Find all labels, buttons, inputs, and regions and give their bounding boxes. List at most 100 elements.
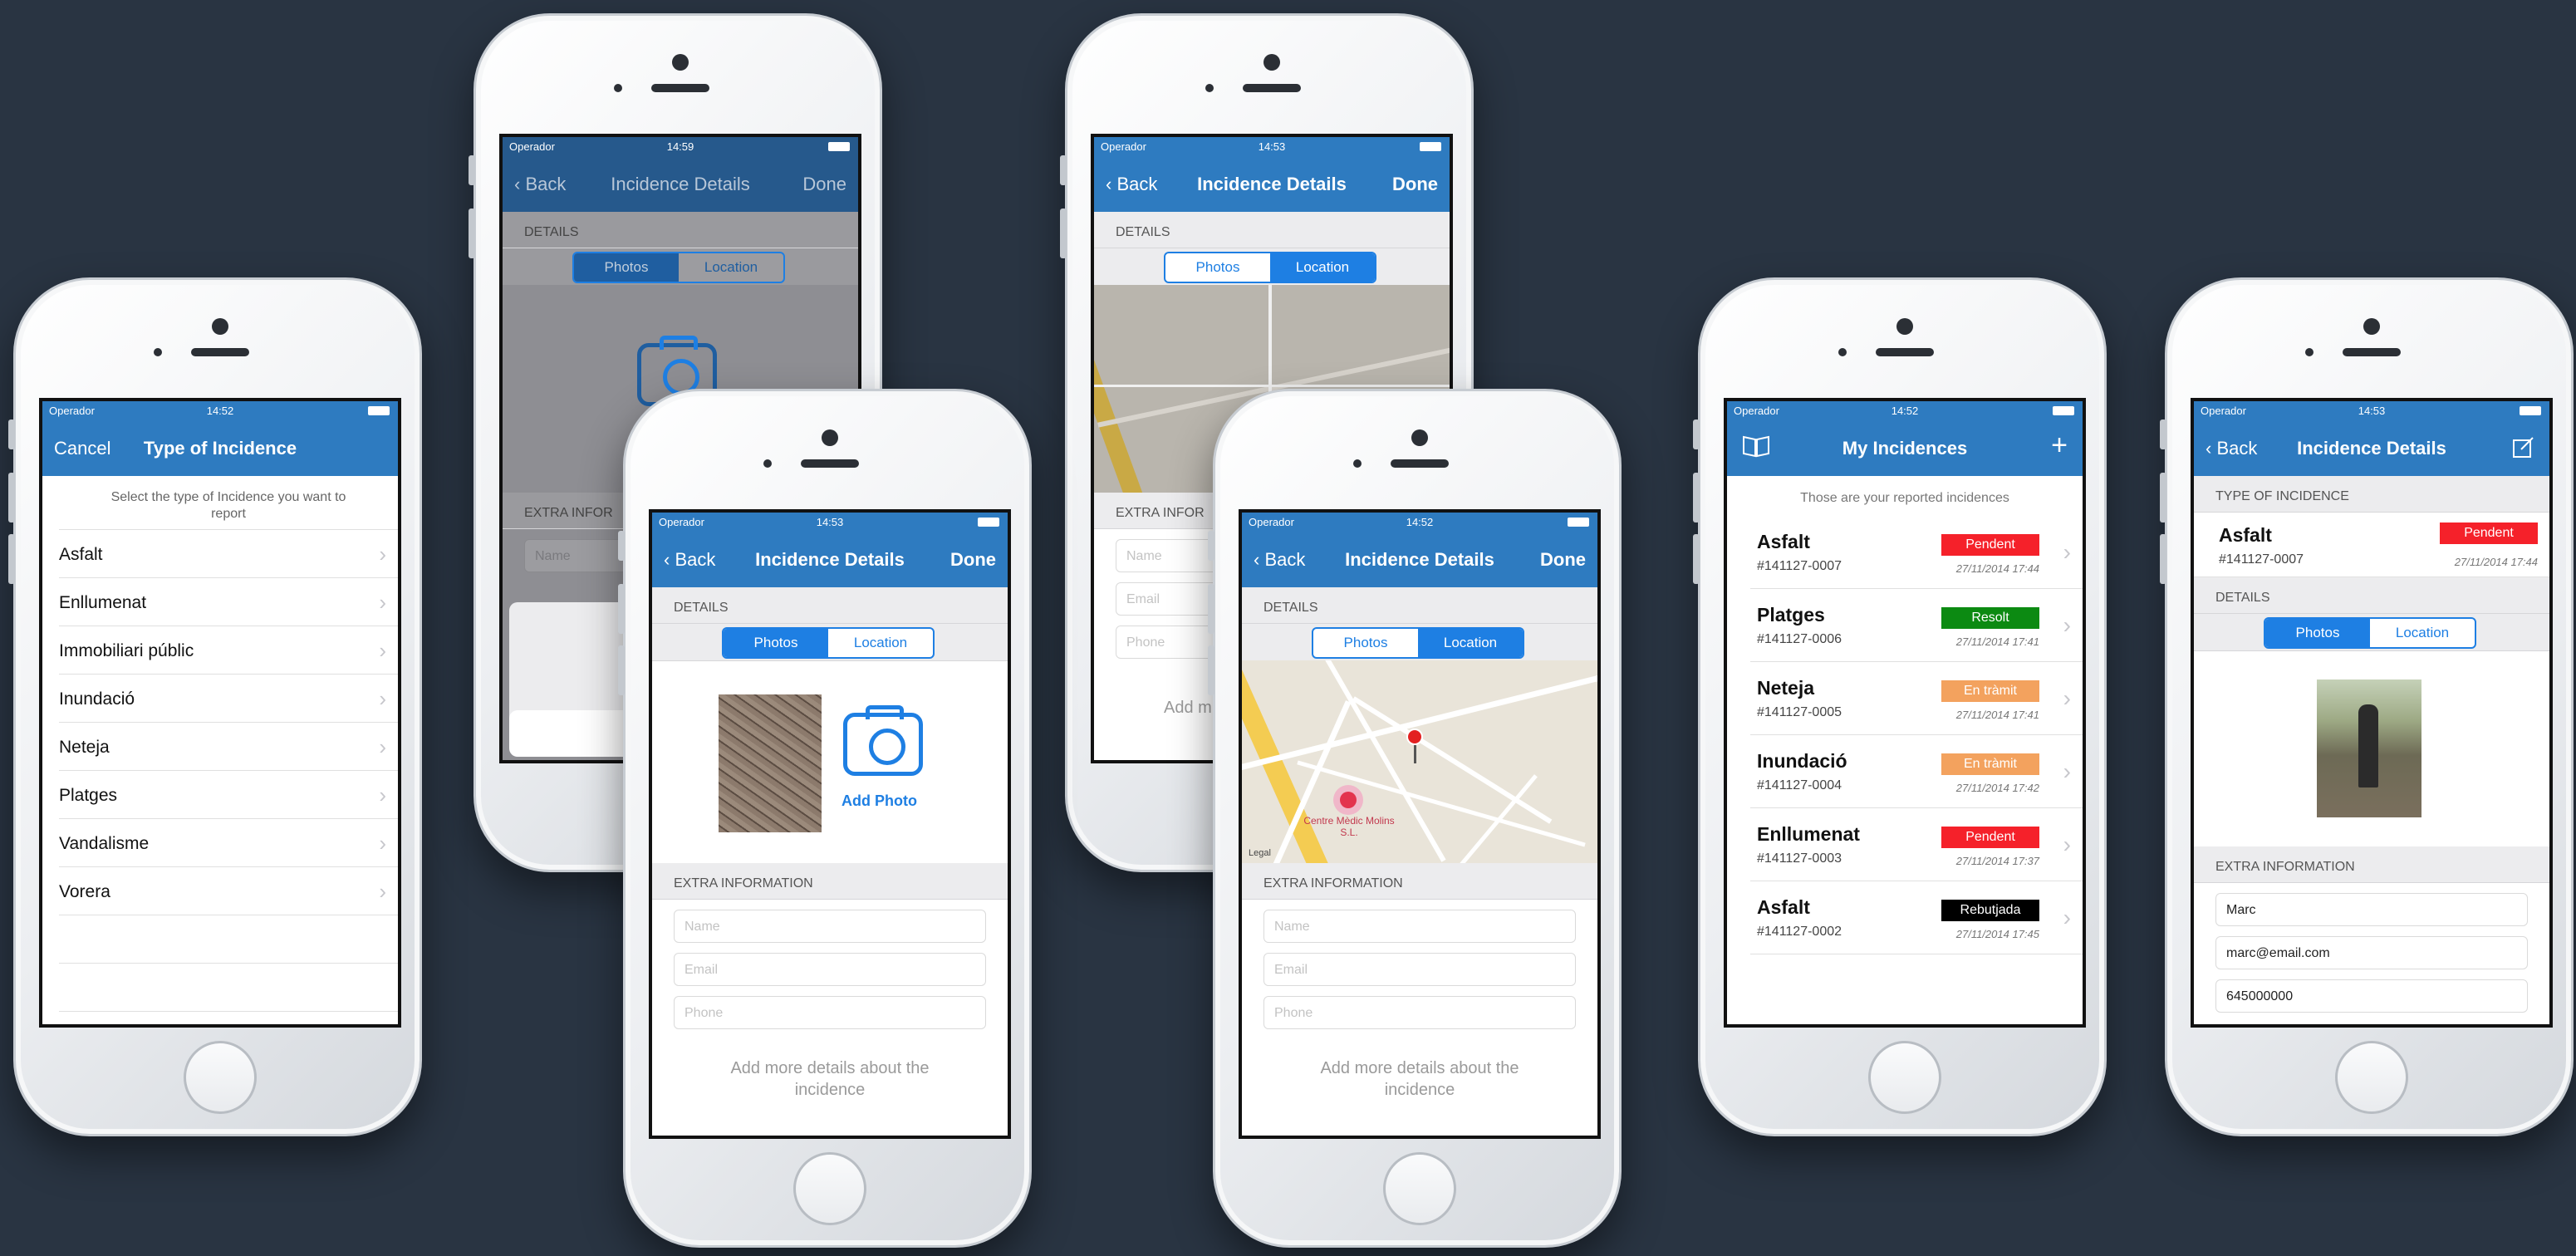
- details-section-header: DETAILS: [2194, 577, 2549, 614]
- incidence-row[interactable]: Platges #141127-0006 Resolt 27/11/2014 17:4…: [1750, 589, 2083, 662]
- incidence-row[interactable]: Enllumenat #141127-0003 Pendent 27/11/2014 …: [1750, 808, 2083, 881]
- battery-icon: [1568, 518, 1589, 527]
- status-time: 14:53: [1258, 140, 1286, 153]
- tab-location[interactable]: Location: [1418, 629, 1523, 657]
- done-button[interactable]: Done: [1392, 174, 1438, 195]
- chevron-right-icon: ›: [379, 686, 386, 711]
- email-field[interactable]: Email: [1263, 953, 1576, 986]
- add-photo-button[interactable]: Add Photo: [841, 792, 917, 810]
- incidence-type-row[interactable]: Enllumenat ›: [59, 578, 398, 626]
- done-button[interactable]: Done: [950, 549, 996, 571]
- chevron-right-icon: ›: [379, 590, 386, 615]
- incidence-type-label: Enllumenat: [59, 593, 147, 612]
- location-pin-icon[interactable]: [1406, 729, 1423, 745]
- tab-location[interactable]: Location: [2370, 619, 2475, 647]
- battery-icon: [2520, 406, 2541, 415]
- camera-icon[interactable]: [843, 705, 923, 776]
- tab-location[interactable]: Location: [679, 253, 783, 282]
- tab-photos[interactable]: Photos: [724, 629, 828, 657]
- incidence-type-label: Vandalisme: [59, 834, 150, 853]
- tab-photos[interactable]: Photos: [574, 253, 679, 282]
- tab-location[interactable]: Location: [1270, 253, 1375, 282]
- details-section-header: DETAILS: [1094, 212, 1450, 248]
- incidence-type: Asfalt: [1757, 896, 1810, 918]
- home-button[interactable]: [793, 1152, 866, 1225]
- chevron-right-icon: ›: [2063, 832, 2071, 857]
- done-button[interactable]: Done: [802, 174, 846, 195]
- name-field[interactable]: Name: [674, 910, 986, 943]
- details-hint[interactable]: Add more details about the incidence: [652, 1057, 1008, 1101]
- chevron-right-icon: ›: [2063, 539, 2071, 565]
- details-hint[interactable]: Add more details about the incidence: [1242, 1057, 1597, 1101]
- home-button[interactable]: [1868, 1041, 1941, 1114]
- name-field[interactable]: Name: [1263, 910, 1576, 943]
- tab-photos[interactable]: Photos: [2265, 619, 2370, 647]
- status-badge: Rebutjada: [1941, 900, 2039, 921]
- done-button[interactable]: Done: [1540, 549, 1586, 571]
- incidence-type-label: Asfalt: [59, 545, 103, 564]
- tab-photos[interactable]: Photos: [1165, 253, 1270, 282]
- phone-incidence-photos: Operador 14:53 ‹ Back Incidence Details D…: [618, 389, 1032, 1248]
- incidence-row[interactable]: Inundació #141127-0004 En tràmit 27/11/2014…: [1750, 735, 2083, 808]
- type-section-header: TYPE OF INCIDENCE: [2194, 476, 2549, 513]
- incidence-type-row[interactable]: Vorera ›: [59, 867, 398, 915]
- status-time: 14:59: [666, 140, 694, 153]
- incidence-code: #141127-0007: [2219, 552, 2304, 567]
- type-prompt: Select the type of Incidence you want to…: [59, 476, 398, 530]
- phone-field[interactable]: 645000000: [2215, 979, 2528, 1013]
- incidence-type-row[interactable]: Asfalt ›: [59, 530, 398, 578]
- map-place-label: Centre Mèdic Molins S.L.: [1303, 815, 1395, 838]
- incidence-date: 27/11/2014 17:44: [1955, 562, 2039, 575]
- extra-section-header: EXTRA INFOR: [1116, 506, 1205, 520]
- incidence-type-label: Immobiliari públic: [59, 641, 194, 660]
- incidence-type-label: Vorera: [59, 882, 110, 901]
- plus-icon[interactable]: +: [2051, 429, 2068, 462]
- incidence-date: 27/11/2014 17:41: [1955, 635, 2039, 648]
- hospital-icon: [1333, 785, 1363, 815]
- home-button[interactable]: [1383, 1152, 1456, 1225]
- status-badge: Resolt: [1941, 607, 2039, 629]
- chevron-right-icon: ›: [379, 879, 386, 904]
- phone-field[interactable]: Phone: [1263, 996, 1576, 1029]
- incidence-type-row[interactable]: Platges ›: [59, 771, 398, 819]
- legal-link[interactable]: Legal: [1249, 848, 1271, 858]
- incidence-date: 27/11/2014 17:41: [1955, 709, 2039, 721]
- phone-incidence-detail-view: Operador 14:53 ‹ Back Incidence Details T…: [2160, 277, 2574, 1136]
- incidence-type: Asfalt: [2219, 524, 2272, 546]
- extra-section-header: EXTRA INFOR: [524, 506, 613, 520]
- status-badge: Pendent: [2440, 523, 2538, 544]
- nav-title: My Incidences: [1842, 438, 1968, 459]
- status-time: 14:52: [1891, 405, 1919, 417]
- home-button[interactable]: [184, 1041, 257, 1114]
- nav-title: Type of Incidence: [143, 438, 297, 459]
- status-time: 14:52: [1406, 516, 1434, 528]
- incidence-type: Inundació: [1757, 750, 1847, 772]
- incidence-code: #141127-0005: [1757, 705, 1842, 719]
- incidence-photo[interactable]: [2317, 680, 2421, 817]
- home-button[interactable]: [2335, 1041, 2408, 1114]
- incidence-code: #141127-0004: [1757, 778, 1842, 792]
- incidence-row[interactable]: Neteja #141127-0005 En tràmit 27/11/2014 17…: [1750, 662, 2083, 735]
- chevron-right-icon: ›: [379, 542, 386, 567]
- incidence-type: Platges: [1757, 604, 1825, 626]
- photo-thumbnail-asphalt[interactable]: [719, 694, 822, 832]
- incidence-type-row[interactable]: Inundació ›: [59, 675, 398, 723]
- incidence-type-row[interactable]: Vandalisme ›: [59, 819, 398, 867]
- incidence-date: 27/11/2014 17:37: [1955, 855, 2039, 867]
- extra-section-header: EXTRA INFORMATION: [2194, 846, 2549, 883]
- incidence-row[interactable]: Asfalt #141127-0007 Pendent 27/11/2014 17:4…: [1750, 516, 2083, 589]
- incidence-type-row[interactable]: Immobiliari públic ›: [59, 626, 398, 675]
- name-field[interactable]: Marc: [2215, 893, 2528, 926]
- chevron-right-icon: ›: [379, 638, 386, 663]
- email-field[interactable]: marc@email.com: [2215, 936, 2528, 969]
- chevron-right-icon: ›: [379, 783, 386, 807]
- incidence-row[interactable]: Asfalt #141127-0002 Rebutjada 27/11/2014 17…: [1750, 881, 2083, 954]
- phone-field[interactable]: Phone: [674, 996, 986, 1029]
- incidence-type-row[interactable]: Neteja ›: [59, 723, 398, 771]
- status-time: 14:53: [816, 516, 844, 528]
- email-field[interactable]: Email: [674, 953, 986, 986]
- tab-photos[interactable]: Photos: [1313, 629, 1418, 657]
- tab-location[interactable]: Location: [828, 629, 933, 657]
- map-view[interactable]: Centre Mèdic Molins S.L. Legal: [1242, 660, 1597, 863]
- compose-icon[interactable]: [2511, 434, 2536, 465]
